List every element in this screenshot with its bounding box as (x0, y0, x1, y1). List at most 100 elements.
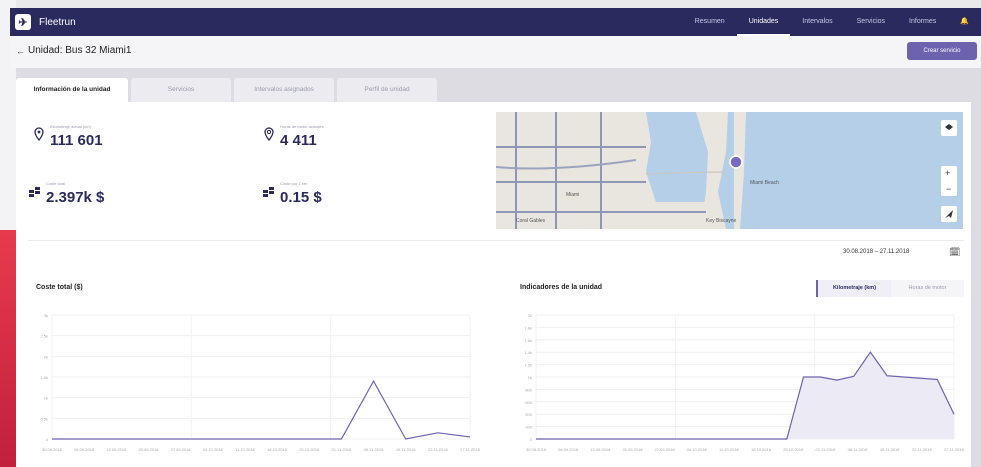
y-tick-label: 600 (525, 400, 532, 405)
unit-tabs: Información de la unidad Servicios Inter… (16, 78, 437, 102)
y-tick-label: 1.2k (524, 363, 532, 368)
x-tick-label: 13.09.2018 (590, 447, 611, 452)
x-tick-label: 06.09.2018 (558, 447, 579, 452)
main-nav: Resumen Unidades Intervalos Servicios In… (683, 8, 981, 36)
page-title: Unidad: Bus 32 Miami1 (28, 45, 132, 56)
x-tick-label: 01.11.2018 (332, 447, 352, 452)
x-tick-label: 08.11.2018 (364, 447, 384, 452)
y-tick-label: 1k (44, 396, 48, 401)
y-tick-label: 1.5k (40, 375, 48, 380)
nav-intervalos[interactable]: Intervalos (790, 8, 844, 36)
map-label: Coral Gables (516, 218, 546, 224)
x-tick-label: 15.11.2018 (880, 447, 900, 452)
tab-unit-info[interactable]: Información de la unidad (16, 78, 128, 102)
x-tick-label: 27.09.2018 (171, 447, 192, 452)
y-tick-label: 0 (530, 437, 533, 442)
kpi-label: Kilometraje actual (km) (50, 124, 91, 129)
unit-location-marker[interactable] (729, 155, 743, 169)
kpi-value: 2.397k $ (46, 189, 105, 206)
x-tick-label: 08.11.2018 (848, 447, 868, 452)
nav-resumen[interactable]: Resumen (683, 8, 737, 36)
series-line (52, 379, 471, 440)
page-header: ← Unidad: Bus 32 Miami1 Crear servicio (10, 36, 981, 68)
coins-icon (29, 187, 40, 197)
tab-assigned-intervals[interactable]: Intervalos asignados (234, 78, 334, 102)
y-tick-label: 1.6k (524, 338, 532, 343)
create-service-button[interactable]: Crear servicio (907, 42, 977, 60)
x-tick-label: 18.10.2018 (267, 447, 288, 452)
toggle-mileage[interactable]: Kilometraje (km) (816, 280, 891, 297)
y-tick-label: 2.5k (40, 334, 48, 339)
nav-informes[interactable]: Informes (897, 8, 948, 36)
kpi-value: 0.15 $ (280, 189, 322, 206)
y-tick-label: 200 (525, 425, 532, 430)
y-tick-label: 0.5k (40, 416, 48, 421)
map-label: Miami Beach (750, 180, 779, 186)
x-tick-label: 04.10.2018 (687, 447, 708, 452)
zoom-in-icon[interactable]: + (945, 168, 950, 178)
cost-line-chart: 0 0.5k 1k 1.5k 2k 2.5k 3k 30.08.2018 06.09.2018 1… (40, 313, 480, 452)
unit-location-map[interactable]: Miami Beach Miami Key Biscayne Coral Gab… (496, 112, 963, 229)
zoom-out-icon[interactable]: − (946, 184, 951, 194)
y-tick-label: 3k (44, 313, 48, 318)
x-tick-label: 11.10.2018 (235, 447, 255, 452)
cost-chart-title: Coste total ($) (36, 284, 83, 291)
nav-servicios[interactable]: Servicios (845, 8, 897, 36)
area-fill (536, 352, 954, 439)
tab-unit-profile[interactable]: Perfil de unidad (337, 78, 437, 102)
x-tick-label: 25.10.2018 (299, 447, 320, 452)
kpi-value: 111 601 (50, 132, 103, 149)
kpi-value: 4 411 (280, 132, 317, 149)
x-tick-label: 30.08.2018 (42, 447, 63, 452)
notification-bell-icon[interactable]: 🔔 (948, 8, 981, 36)
map-canvas[interactable]: Miami Beach Miami Key Biscayne Coral Gab… (496, 112, 963, 229)
kpi-label: Horas de motor actuales (280, 124, 324, 129)
tab-services[interactable]: Servicios (131, 78, 231, 102)
nav-unidades[interactable]: Unidades (736, 8, 791, 36)
x-tick-label: 30.08.2018 (526, 447, 547, 452)
x-tick-label: 18.10.2018 (751, 447, 772, 452)
map-label: Key Biscayne (706, 218, 737, 224)
engine-hours-icon (264, 127, 274, 141)
background-accent (0, 230, 16, 467)
x-tick-label: 22.11.2018 (912, 447, 932, 452)
brand-name: Fleetrun (39, 16, 76, 28)
x-tick-label: 20.09.2018 (622, 447, 643, 452)
indicators-chart-title: Indicadores de la unidad (520, 284, 603, 291)
y-tick-label: 800 (525, 387, 532, 392)
calendar-icon[interactable]: 🗓 (949, 247, 960, 258)
x-tick-label: 27.11.2018 (944, 447, 964, 452)
x-tick-label: 01.11.2018 (816, 447, 836, 452)
x-tick-label: 25.10.2018 (783, 447, 804, 452)
x-tick-label: 04.10.2018 (203, 447, 224, 452)
y-tick-label: 400 (525, 412, 532, 417)
indicator-toggle: Kilometraje (km) Horas de motor (816, 280, 964, 297)
date-range-input[interactable]: 30.08.2018 – 27.11.2018 (843, 249, 909, 255)
unit-info-panel: Kilometraje actual (km) 111 601 Horas de… (16, 102, 971, 467)
y-tick-label: 2k (528, 313, 532, 318)
y-tick-label: 1.4k (524, 350, 532, 355)
section-divider (28, 240, 964, 241)
location-pin-icon (34, 127, 44, 141)
y-tick-label: 1.8k (524, 325, 532, 330)
top-navbar: ✈ Fleetrun Resumen Unidades Intervalos S… (10, 8, 981, 36)
x-tick-label: 20.09.2018 (138, 447, 159, 452)
fleetrun-logo-icon: ✈ (15, 14, 31, 30)
map-label: Miami (566, 192, 579, 198)
x-tick-label: 13.09.2018 (106, 447, 127, 452)
x-tick-label: 11.10.2018 (719, 447, 739, 452)
kpi-label: Coste por 1 km (280, 181, 308, 186)
y-tick-label: 1k (528, 375, 532, 380)
kpi-label: Coste total (46, 181, 66, 186)
y-tick-label: 2k (44, 354, 48, 359)
x-tick-label: 27.11.2018 (460, 447, 480, 452)
x-tick-label: 15.11.2018 (396, 447, 416, 452)
back-arrow-icon[interactable]: ← (16, 46, 25, 56)
toggle-engine-hours[interactable]: Horas de motor (891, 280, 964, 297)
coins-per-km-icon (263, 187, 274, 197)
indicators-area-chart: 0 200 400 600 800 1k 1.2k 1.4k 1.6k 1.8k 2k 30.08.2… (524, 313, 964, 452)
x-tick-label: 06.09.2018 (74, 447, 95, 452)
background-strip (0, 0, 981, 8)
x-tick-label: 22.11.2018 (428, 447, 448, 452)
x-tick-label: 27.09.2018 (655, 447, 676, 452)
